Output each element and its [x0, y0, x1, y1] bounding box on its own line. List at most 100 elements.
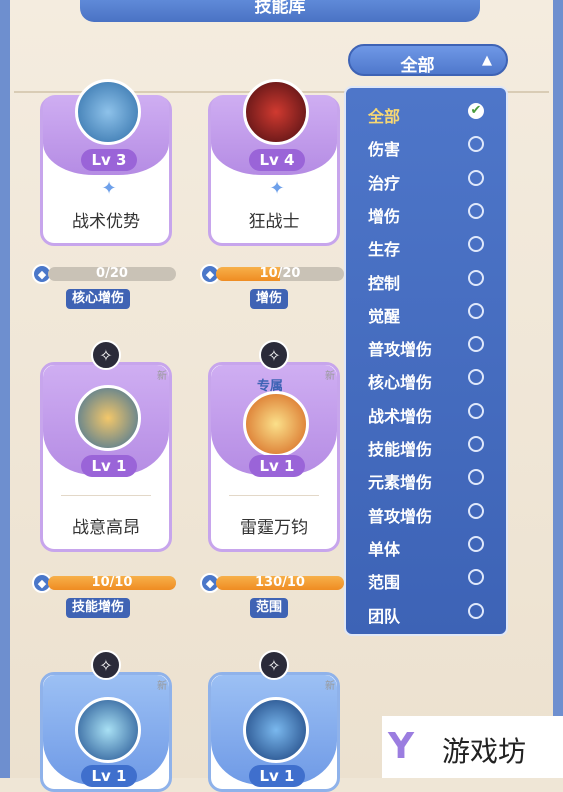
radio-icon[interactable]: [468, 369, 484, 386]
rune-icon: ✧: [259, 340, 289, 370]
filter-option[interactable]: 普攻增伤: [354, 331, 494, 360]
filter-option-label: 增伤: [368, 206, 401, 226]
radio-icon[interactable]: [468, 302, 484, 319]
filter-option-label: 范围: [368, 573, 401, 593]
skill-card[interactable]: Lv 3 ✦ 战术优势: [40, 79, 172, 246]
page-title: 技能库: [80, 0, 480, 22]
logo-icon: Y: [388, 726, 415, 767]
skill-name: 狂战士: [248, 212, 300, 232]
filter-option-label: 生存: [368, 240, 401, 260]
level-badge: Lv 1: [81, 765, 137, 787]
skill-name: 雷霆万钧: [240, 518, 308, 538]
filter-option-label: 技能增伤: [368, 440, 433, 459]
new-badge: 新: [325, 681, 335, 692]
skill-card[interactable]: 新 Lv 1: [208, 672, 340, 792]
radio-icon[interactable]: [468, 236, 484, 253]
radio-icon[interactable]: [468, 402, 484, 419]
radio-icon[interactable]: [468, 269, 484, 286]
skill-tag: 核心增伤: [66, 289, 131, 309]
radio-icon[interactable]: [468, 569, 484, 586]
progress-text: 130/10: [255, 576, 305, 590]
filter-option[interactable]: 战术增伤: [354, 398, 494, 427]
skill-card[interactable]: Lv 4 ✦ 狂战士: [208, 79, 340, 246]
radio-icon[interactable]: [468, 436, 484, 452]
filter-option[interactable]: 范围: [354, 564, 494, 593]
progress-bar: 130/10: [216, 576, 344, 590]
filter-option-label: 普攻增伤: [368, 340, 433, 360]
level-badge: Lv 1: [249, 765, 305, 787]
skill-avatar: [75, 79, 141, 145]
progress-text: 10/10: [91, 576, 133, 590]
star-icon: ✦: [269, 178, 285, 199]
skill-tag: 增伤: [250, 289, 289, 309]
filter-option-label: 全部: [368, 107, 401, 126]
filter-option[interactable]: 治疗: [354, 165, 494, 194]
filter-option-label: 核心增伤: [368, 373, 433, 393]
filter-option-label: 控制: [368, 273, 401, 293]
filter-option[interactable]: 核心增伤: [354, 364, 494, 393]
filter-option[interactable]: 增伤: [354, 198, 494, 227]
filter-label: 全部: [400, 56, 435, 76]
skill-name: 战术优势: [72, 212, 140, 232]
level-badge: Lv 3: [81, 149, 137, 171]
radio-icon[interactable]: [468, 136, 484, 153]
radio-icon[interactable]: [468, 502, 484, 519]
rune-icon: ✧: [259, 650, 289, 680]
filter-option[interactable]: 单体: [354, 531, 494, 560]
filter-dropdown-button[interactable]: 全部 ▲: [348, 44, 508, 76]
radio-icon[interactable]: [468, 602, 484, 619]
filter-option-label: 觉醒: [368, 306, 401, 326]
rune-icon: ✧: [91, 340, 121, 370]
progress-bar: 0/20: [48, 267, 176, 281]
triangle-up-icon: ▲: [482, 53, 492, 68]
filter-option[interactable]: 普攻增伤: [354, 498, 494, 527]
skill-avatar: [243, 391, 309, 457]
filter-option-label: 普攻增伤: [368, 506, 433, 526]
level-badge: Lv 4: [249, 149, 305, 171]
filter-option[interactable]: 生存: [354, 231, 494, 260]
filter-option[interactable]: 控制: [354, 265, 494, 294]
progress-text: 0/20: [96, 267, 128, 281]
new-badge: 新: [157, 681, 167, 692]
separator: [229, 495, 319, 496]
watermark: Y 游戏坊: [382, 716, 563, 778]
skill-tag: 范围: [250, 598, 289, 618]
filter-option-label: 团队: [368, 606, 401, 626]
check-icon[interactable]: ✔: [468, 103, 484, 119]
skill-card[interactable]: 新 Lv 1 战意高昂: [40, 362, 172, 552]
skill-tag: 技能增伤: [66, 598, 131, 618]
filter-option[interactable]: 觉醒: [354, 298, 494, 327]
skill-avatar: [75, 385, 141, 451]
level-badge: Lv 1: [81, 455, 137, 477]
filter-option[interactable]: 团队: [354, 598, 494, 627]
rune-icon: ✧: [91, 650, 121, 680]
filter-option[interactable]: 元素增伤: [354, 464, 494, 493]
progress-bar: 10/20: [216, 267, 344, 281]
filter-option[interactable]: 全部 ✔: [354, 98, 494, 127]
filter-option-label: 伤害: [368, 140, 401, 160]
radio-icon[interactable]: [468, 535, 484, 552]
filter-option[interactable]: 技能增伤: [354, 431, 494, 460]
filter-option-label: 单体: [368, 539, 401, 559]
filter-option-label: 元素增伤: [368, 473, 433, 493]
filter-option-label: 战术增伤: [368, 406, 433, 426]
radio-icon[interactable]: [468, 469, 484, 486]
progress-bar: 10/10: [48, 576, 176, 590]
new-badge: 新: [157, 371, 167, 382]
skill-card[interactable]: 新 Lv 1: [40, 672, 172, 792]
watermark-text: 游戏坊: [442, 735, 527, 768]
radio-icon[interactable]: [468, 202, 484, 219]
skill-avatar: [243, 697, 309, 763]
skill-card[interactable]: 新 专属 Lv 1 雷霆万钧: [208, 362, 340, 552]
progress-text: 10/20: [259, 267, 301, 281]
radio-icon[interactable]: [468, 169, 484, 186]
radio-icon[interactable]: [468, 336, 484, 353]
filter-dropdown-menu: 全部 ✔ 伤害 治疗 增伤 生存 控制 觉醒 普攻增伤 核心增伤 战术增伤 技能增伤 元素增伤 普攻增伤单…: [344, 86, 508, 636]
filter-option[interactable]: 伤害: [354, 131, 494, 160]
star-icon: ✦: [101, 178, 117, 199]
separator: [61, 495, 151, 496]
filter-option-label: 治疗: [368, 173, 401, 193]
level-badge: Lv 1: [249, 455, 305, 477]
skill-name: 战意高昂: [72, 518, 140, 538]
skill-avatar: [75, 697, 141, 763]
